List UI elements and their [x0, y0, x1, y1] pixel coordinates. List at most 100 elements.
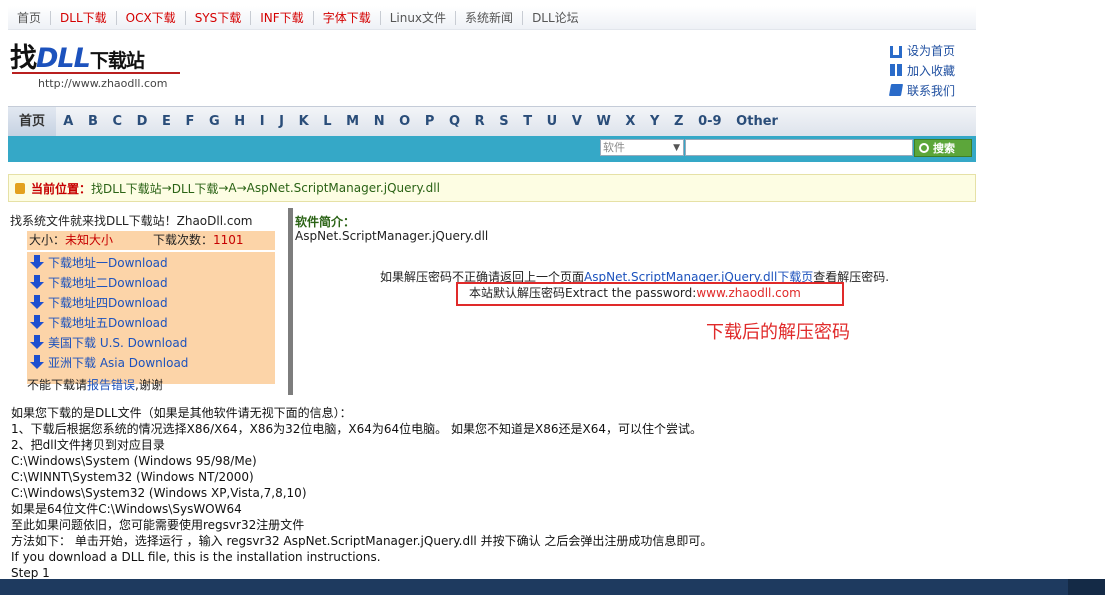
- download-link-label: 亚洲下载 Asia Download: [48, 355, 189, 370]
- report-prefix: 不能下载请: [27, 378, 88, 392]
- letter-nav-item[interactable]: Other: [729, 114, 785, 129]
- top-nav-item[interactable]: DLL论坛: [522, 10, 588, 25]
- instruction-line: 至此如果问题依旧，您可能需要使用regsvr32注册文件: [11, 518, 305, 532]
- download-links: 下载地址一Download 下载地址二Download 下载地址四Downloa…: [27, 252, 275, 384]
- download-count-label: 下载次数：: [153, 233, 214, 247]
- download-arrow-icon: [30, 295, 44, 309]
- password-prefix: 本站默认解压密码Extract the password:: [469, 286, 697, 300]
- letter-nav-item[interactable]: V: [565, 114, 590, 129]
- letter-nav-item[interactable]: Z: [667, 114, 691, 129]
- search-button[interactable]: 搜索: [914, 139, 972, 157]
- letter-nav-item[interactable]: Q: [442, 114, 468, 129]
- letter-nav-item[interactable]: 0-9: [691, 114, 729, 129]
- password-annotation: 下载后的解压密码: [706, 322, 850, 343]
- download-link[interactable]: 下载地址二Download: [27, 272, 275, 292]
- instruction-line: If you download a DLL file, this is the …: [11, 550, 381, 564]
- letter-nav-item[interactable]: N: [366, 114, 391, 129]
- letter-nav-item[interactable]: F: [178, 114, 201, 129]
- letter-nav-item[interactable]: L: [316, 114, 339, 129]
- download-arrow-icon: [30, 315, 44, 329]
- contact-icon: [888, 84, 904, 96]
- password-value: www.zhaodll.com: [696, 286, 801, 300]
- instruction-line: 1、下载后根据您系统的情况选择X86/X64，X86为32位电脑，X64为64位…: [11, 422, 702, 436]
- letter-nav-item[interactable]: K: [291, 114, 316, 129]
- letter-nav-item[interactable]: P: [418, 114, 442, 129]
- file-size-value: 未知大小: [65, 233, 114, 247]
- letter-nav-home[interactable]: 首页: [8, 107, 56, 136]
- letter-nav-item[interactable]: E: [155, 114, 178, 129]
- logo-part-dll: DLL: [36, 43, 91, 74]
- download-count: 下载次数：1101: [151, 231, 275, 250]
- letter-nav-item[interactable]: C: [105, 114, 129, 129]
- letter-nav-item[interactable]: T: [516, 114, 539, 129]
- top-nav-item[interactable]: OCX下载: [115, 10, 185, 25]
- letter-nav-item[interactable]: A: [56, 114, 81, 129]
- download-link[interactable]: 下载地址一Download: [27, 252, 275, 272]
- search-category-value: 软件: [603, 141, 625, 154]
- download-link[interactable]: 下载地址五Download: [27, 312, 275, 332]
- add-favorite-link[interactable]: 加入收藏: [890, 60, 980, 80]
- letter-nav-item[interactable]: Y: [643, 114, 667, 129]
- letter-navigation: 首页 A B C D E F G H I J K L M N O P Q R S T U V W X Y Z 0-9 Other: [8, 106, 976, 136]
- site-intro: 找系统文件就来找DLL下载站！ZhaoDll.com: [10, 214, 253, 228]
- breadcrumb-label: 当前位置：: [31, 181, 92, 196]
- file-size: 大小：未知大小: [27, 231, 151, 250]
- site-logo[interactable]: 找DLL下载站 http://www.zhaodll.com: [10, 36, 185, 96]
- download-arrow-icon: [30, 355, 44, 369]
- download-arrow-icon: [30, 275, 44, 289]
- letter-nav-item[interactable]: U: [539, 114, 564, 129]
- top-nav-item[interactable]: 系统新闻: [455, 10, 522, 25]
- download-link[interactable]: 下载地址四Download: [27, 292, 275, 312]
- top-nav-item[interactable]: INF下载: [250, 10, 312, 25]
- instruction-line: C:\Windows\System32 (Windows XP,Vista,7,…: [11, 486, 307, 500]
- top-nav-item[interactable]: 首页: [8, 11, 50, 25]
- system-tray[interactable]: [1068, 579, 1105, 595]
- letter-nav-item[interactable]: O: [392, 114, 418, 129]
- breadcrumb-letter[interactable]: A: [228, 181, 236, 195]
- download-link-label: 下载地址五Download: [48, 315, 168, 330]
- letter-nav-item[interactable]: B: [81, 114, 106, 129]
- home-icon: [890, 46, 902, 58]
- letter-nav-item[interactable]: J: [272, 114, 291, 129]
- breadcrumb-separator: →: [218, 181, 229, 195]
- letter-nav-item[interactable]: I: [252, 114, 271, 129]
- download-link-label: 美国下载 U.S. Download: [48, 335, 188, 350]
- software-name: AspNet.ScriptManager.jQuery.dll: [295, 229, 489, 243]
- letter-nav-item[interactable]: R: [467, 114, 492, 129]
- breadcrumb-home[interactable]: 找DLL下载站: [91, 180, 162, 197]
- report-error-link[interactable]: 报告错误: [87, 378, 135, 392]
- breadcrumb-separator: →: [236, 181, 247, 195]
- letter-nav-item[interactable]: D: [129, 114, 154, 129]
- install-instructions: 如果您下载的是DLL文件（如果是其他软件请无视下面的信息）： 1、下载后根据您系统…: [11, 405, 712, 581]
- download-info-panel: 找系统文件就来找DLL下载站！ZhaoDll.com 大小：未知大小 下载次数：…: [10, 212, 280, 392]
- top-nav-item[interactable]: 字体下载: [312, 10, 380, 25]
- letter-nav-item[interactable]: M: [339, 114, 367, 129]
- search-input[interactable]: [685, 139, 913, 156]
- logo-part-download: 下载站: [89, 50, 145, 72]
- contact-us-link[interactable]: 联系我们: [888, 80, 980, 100]
- download-link[interactable]: 美国下载 U.S. Download: [27, 332, 275, 352]
- top-nav-item[interactable]: SYS下载: [184, 10, 251, 25]
- letter-nav-item[interactable]: H: [227, 114, 252, 129]
- search-category-select[interactable]: 软件 ▼: [600, 139, 684, 156]
- letter-nav-item[interactable]: X: [618, 114, 643, 129]
- contact-us-label: 联系我们: [907, 83, 956, 98]
- software-heading: 软件简介：: [295, 215, 356, 229]
- instruction-line: 如果您下载的是DLL文件（如果是其他软件请无视下面的信息）：: [11, 406, 352, 420]
- quick-links: 设为首页 加入收藏 联系我们: [888, 40, 980, 100]
- download-link[interactable]: 亚洲下载 Asia Download: [27, 352, 275, 372]
- letter-nav-item[interactable]: S: [492, 114, 516, 129]
- top-nav-item[interactable]: DLL下载: [50, 10, 116, 25]
- breadcrumb: 当前位置： 找DLL下载站 → DLL下载 → A → AspNet.Scrip…: [8, 174, 976, 202]
- breadcrumb-separator: →: [161, 181, 172, 195]
- letter-nav-item[interactable]: G: [202, 114, 227, 129]
- top-navigation: 首页 DLL下载 OCX下载 SYS下载 INF下载 字体下载 Linux文件 系统新闻 DLL…: [8, 6, 976, 30]
- add-favorite-label: 加入收藏: [907, 63, 956, 78]
- breadcrumb-current[interactable]: AspNet.ScriptManager.jQuery.dll: [247, 181, 440, 195]
- letter-nav-item[interactable]: W: [589, 114, 618, 129]
- breadcrumb-dll[interactable]: DLL下载: [172, 180, 219, 197]
- top-nav-item[interactable]: Linux文件: [379, 10, 455, 25]
- set-homepage-link[interactable]: 设为首页: [890, 40, 980, 60]
- instruction-line: 2、把dll文件拷贝到对应目录: [11, 438, 165, 452]
- logo-text: 找DLL下载站: [10, 36, 145, 75]
